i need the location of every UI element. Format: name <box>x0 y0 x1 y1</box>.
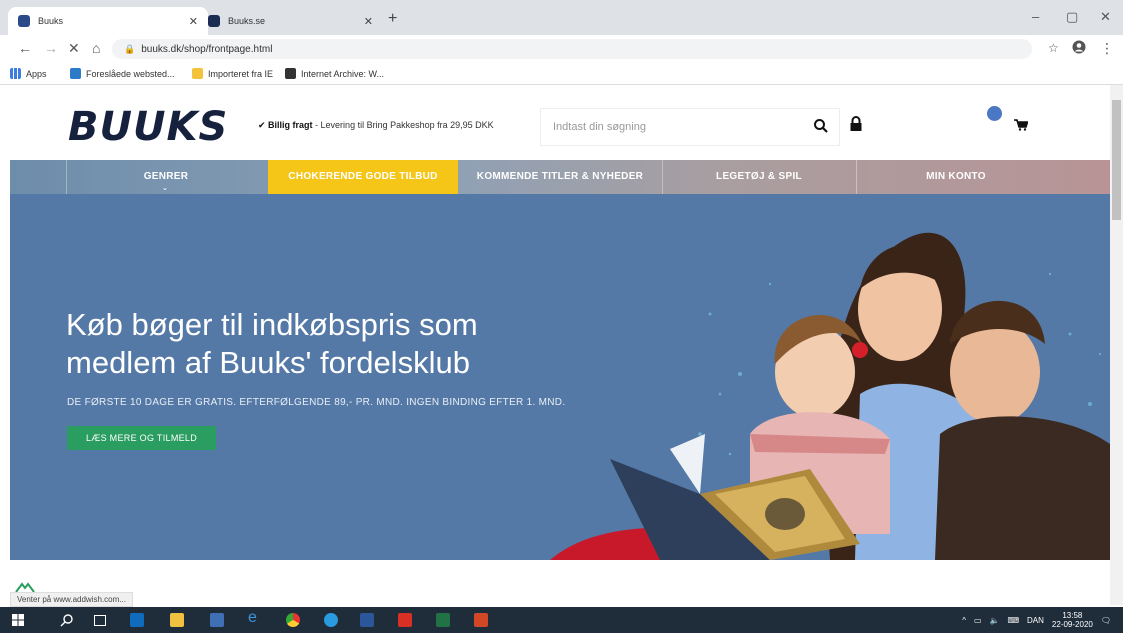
url-text: buuks.dk/shop/frontpage.html <box>141 44 273 55</box>
hero-banner[interactable]: Køb bøger til indkøbspris som medlem af … <box>10 194 1110 560</box>
login-lock-icon[interactable] <box>849 116 863 137</box>
nav-shocking-good-deals[interactable]: CHOKERENDE GODE TILBUD <box>268 160 458 194</box>
apps-grid-icon <box>10 68 21 79</box>
scrollbar-thumb[interactable] <box>1112 100 1121 220</box>
bookmark-suggested-sites[interactable]: Foreslåede websted... <box>70 68 175 79</box>
minimize-icon[interactable]: – <box>1032 9 1039 24</box>
home-icon[interactable]: ⌂ <box>92 40 100 56</box>
archive-icon <box>285 68 296 79</box>
powerpoint-icon[interactable] <box>474 613 488 627</box>
file-explorer-icon[interactable] <box>170 613 184 627</box>
shipping-highlight: ✔ Billig fragt <box>258 120 313 130</box>
hero-subtitle: DE FØRSTE 10 DAGE ER GRATIS. EFTERFØLGEN… <box>67 397 566 408</box>
close-window-icon[interactable]: ✕ <box>1100 9 1111 25</box>
store-icon[interactable] <box>210 613 224 627</box>
chevron-up-icon[interactable]: ^ <box>962 616 966 625</box>
browser-tab-bar: Buuks ✕ Buuks.se ✕ + – ▢ ✕ <box>0 0 1123 35</box>
bookmark-apps[interactable]: Apps <box>10 68 47 79</box>
screen: Buuks ✕ Buuks.se ✕ + – ▢ ✕ ← → ✕ ⌂ 🔒 buuk… <box>0 0 1123 633</box>
hero-title-line: Køb bøger til indkøbspris som <box>66 307 478 342</box>
windows-taskbar: e ^ ▭ 🔈 ⌨ DAN 13:58 22-09-2020 🗨 <box>0 607 1123 633</box>
tab-buuks-se[interactable]: Buuks.se ✕ <box>198 7 383 35</box>
bookmarks-bar: Apps Foreslåede websted... Importeret fr… <box>0 63 1123 85</box>
search-taskbar-icon[interactable] <box>60 613 74 627</box>
search-box[interactable]: Indtast din søgning <box>540 108 840 146</box>
word-icon[interactable] <box>360 613 374 627</box>
nav-genres[interactable]: GENRER ⌄ <box>66 160 266 194</box>
nav-upcoming-titles[interactable]: KOMMENDE TITLER & NYHEDER <box>460 160 660 194</box>
bookmark-label: Apps <box>26 68 47 79</box>
tab-title: Buuks.se <box>228 16 266 26</box>
shipping-detail: - Levering til Bring Pakkeshop fra 29,95… <box>312 120 494 130</box>
cart-count-badge <box>987 106 1002 121</box>
buuks-se-favicon-icon <box>208 15 220 27</box>
battery-icon[interactable]: ▭ <box>974 616 982 625</box>
system-tray: ^ ▭ 🔈 ⌨ DAN 13:58 22-09-2020 🗨 <box>962 611 1111 629</box>
acrobat-icon[interactable] <box>398 613 412 627</box>
tab-buuks[interactable]: Buuks ✕ <box>8 7 208 35</box>
tab-title: Buuks <box>38 16 64 26</box>
clock-time: 13:58 <box>1062 611 1083 620</box>
bookmark-label: Foreslåede websted... <box>86 68 175 79</box>
maximize-icon[interactable]: ▢ <box>1066 9 1078 25</box>
read-more-signup-button[interactable]: LÆS MERE OG TILMELD <box>67 426 216 450</box>
page-scrollbar[interactable] <box>1110 85 1123 605</box>
language-indicator[interactable]: DAN <box>1027 616 1044 625</box>
bookmark-internet-archive[interactable]: Internet Archive: W... <box>285 68 384 79</box>
secure-lock-icon: 🔒 <box>124 44 136 54</box>
keyboard-icon[interactable]: ⌨ <box>1007 616 1019 625</box>
buuks-logo[interactable]: BUUKS <box>68 104 228 150</box>
close-tab-icon[interactable]: ✕ <box>364 15 373 28</box>
browser-status-text: Venter på www.addwish.com... <box>10 592 133 607</box>
main-navigation: GENRER ⌄ CHOKERENDE GODE TILBUD KOMMENDE… <box>10 160 1110 194</box>
clock[interactable]: 13:58 22-09-2020 <box>1052 611 1093 629</box>
nav-toys-games[interactable]: LEGETØJ & SPIL <box>662 160 856 194</box>
new-tab-icon[interactable]: + <box>388 11 397 27</box>
skype-icon[interactable] <box>324 613 338 627</box>
search-icon[interactable] <box>813 118 829 139</box>
address-bar-row: ← → ✕ ⌂ 🔒 buuks.dk/shop/frontpage.html ☆ … <box>0 35 1123 63</box>
excel-icon[interactable] <box>436 613 450 627</box>
forward-icon[interactable]: → <box>44 40 58 56</box>
nav-divider <box>66 160 67 194</box>
nav-my-account[interactable]: MIN KONTO <box>856 160 1056 194</box>
bookmark-label: Internet Archive: W... <box>301 68 385 79</box>
stop-icon[interactable]: ✕ <box>68 40 80 56</box>
shipping-info: ✔ Billig fragt - Levering til Bring Pakk… <box>258 120 494 131</box>
suggested-sites-icon <box>70 68 81 79</box>
hero-title: Køb bøger til indkøbspris som medlem af … <box>66 306 626 382</box>
outlook-icon[interactable] <box>130 613 144 627</box>
hero-title-line: medlem af Buuks' fordelsklub <box>66 345 470 380</box>
cart-icon[interactable] <box>1014 118 1029 136</box>
folder-icon <box>192 68 203 79</box>
bookmark-imported-ie[interactable]: Importeret fra IE <box>192 68 273 79</box>
menu-dots-icon[interactable]: ⋮ <box>1100 40 1114 56</box>
windows-start-icon[interactable] <box>12 613 26 627</box>
url-field[interactable]: 🔒 buuks.dk/shop/frontpage.html <box>112 39 1032 59</box>
profile-icon[interactable] <box>1072 40 1086 57</box>
bookmark-label: Importeret fra IE <box>208 68 274 79</box>
clock-date: 22-09-2020 <box>1051 620 1093 629</box>
close-tab-icon[interactable]: ✕ <box>189 15 198 28</box>
edge-icon[interactable]: e <box>248 609 262 626</box>
buuks-favicon-icon <box>18 15 30 27</box>
volume-icon[interactable]: 🔈 <box>990 616 1000 625</box>
bookmark-star-icon[interactable]: ☆ <box>1048 40 1059 56</box>
search-input[interactable]: Indtast din søgning <box>553 121 646 133</box>
site-header: BUUKS ✔ Billig fragt - Levering til Brin… <box>10 90 1110 160</box>
task-view-icon[interactable] <box>94 615 106 626</box>
notifications-icon[interactable]: 🗨 <box>1101 616 1111 625</box>
chrome-icon[interactable] <box>286 613 300 627</box>
back-icon[interactable]: ← <box>18 40 32 56</box>
